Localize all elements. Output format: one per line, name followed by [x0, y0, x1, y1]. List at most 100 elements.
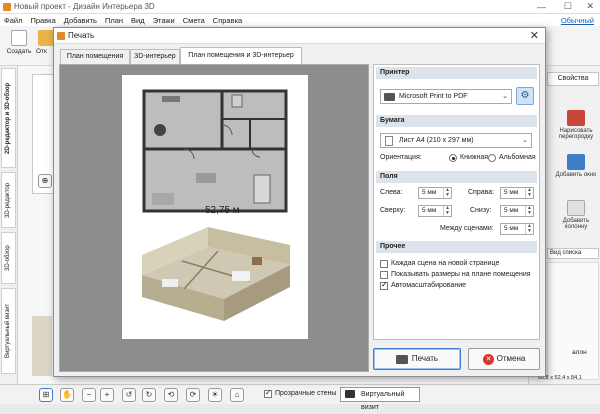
rotate-left-icon[interactable]: ↺ [122, 388, 136, 402]
virtual-visit-button[interactable]: Виртуальный визит [340, 387, 420, 411]
menu-view[interactable]: Вид [127, 14, 149, 25]
open-folder-icon [38, 30, 54, 46]
new-file-icon [11, 30, 27, 46]
margin-between-value: 5 мм [504, 225, 519, 232]
app-title-bar: Новый проект - Дизайн Интерьера 3D — ☐ ✕ [0, 0, 600, 14]
orientation-landscape-label: Альбомная [499, 154, 536, 161]
scene-fragment [32, 316, 52, 376]
print-dialog: Печать ✕ План помещения 3D-интерьер План… [53, 27, 546, 377]
menu-help[interactable]: Справка [209, 14, 246, 25]
margin-between-input[interactable]: 5 мм ▲ ▼ [500, 223, 534, 235]
show-dimensions-label: Показывать размеры на плане помещения [391, 271, 531, 278]
zoom-icon[interactable]: ⊕ [38, 174, 52, 188]
list-item-name: алон [572, 349, 587, 356]
create-label: Создать [6, 48, 32, 55]
select-tool-icon[interactable]: ⊞ [39, 388, 53, 402]
tab-properties[interactable]: Свойства [547, 72, 599, 86]
spin-arrows-icon[interactable]: ▲ ▼ [443, 206, 451, 216]
rotate-right-icon[interactable]: ↻ [142, 388, 156, 402]
hand-tool-icon[interactable]: ✋ [60, 388, 74, 402]
draw-partition-label: Нарисовать перегородку [558, 128, 594, 140]
area-label: 52,75 м [205, 205, 240, 216]
paper-value: Лист А4 (210 x 297 мм) [399, 137, 474, 144]
app-logo-icon [3, 3, 11, 11]
home-icon[interactable]: ⌂ [230, 388, 244, 402]
menu-floors[interactable]: Этажи [149, 14, 179, 25]
chevron-down-icon: ⌄ [522, 137, 528, 144]
zoom-out-icon[interactable]: − [82, 388, 96, 402]
transparent-walls-checkbox[interactable]: ✓ [264, 388, 272, 398]
orientation-portrait-radio[interactable] [449, 154, 457, 162]
interior-3d-graphic [142, 227, 290, 321]
close-icon[interactable]: ✕ [586, 1, 594, 12]
minimize-icon[interactable]: — [537, 2, 546, 12]
each-scene-new-page-checkbox[interactable] [380, 260, 388, 268]
printer-select[interactable]: Microsoft Print to PDF ⌄ [380, 89, 512, 104]
add-window-button[interactable]: Добавить окно [555, 154, 597, 178]
other-section-header: Прочее [376, 241, 537, 253]
paper-select[interactable]: Лист А4 (210 x 297 мм) ⌄ [380, 133, 532, 148]
view-sidebar: 2D-редактор и 3D-обзор 3D-редактор 3D-об… [0, 66, 18, 386]
each-scene-new-page-label: Каждая сцена на новой странице [391, 260, 500, 267]
margins-section-header: Поля [376, 171, 537, 183]
tab-2d-editor-3d-view[interactable]: 2D-редактор и 3D-обзор [1, 68, 16, 168]
dialog-close-icon[interactable]: ✕ [530, 29, 539, 42]
menu-bar: Файл Правка Добавить План Вид Этажи Смета Справ… [0, 14, 600, 26]
menu-edit[interactable]: Правка [26, 14, 59, 25]
spin-arrows-icon[interactable]: ▲ ▼ [525, 206, 533, 216]
paper-section-header: Бумага [376, 115, 537, 127]
login-link[interactable]: Обычный [561, 14, 594, 25]
auto-scale-checkbox[interactable] [380, 280, 388, 290]
margin-left-input[interactable]: 5 мм ▲ ▼ [418, 187, 452, 199]
margin-top-label: Сверху: [380, 207, 406, 214]
open-label: Отк [36, 48, 47, 55]
margin-left-label: Слева: [380, 189, 403, 196]
menu-estimate[interactable]: Смета [179, 14, 209, 25]
cancel-button[interactable]: ✕ Отмена [468, 348, 540, 370]
margin-bottom-value: 5 мм [504, 207, 519, 214]
paper-icon [385, 136, 393, 146]
add-window-label: Добавить окно [555, 172, 597, 178]
open-button[interactable]: Отк [36, 30, 54, 55]
app-title: Новый проект - Дизайн Интерьера 3D [14, 2, 155, 11]
printer-settings-gear-icon[interactable]: ⚙ [516, 87, 534, 105]
print-button[interactable]: Печать [373, 348, 461, 370]
menu-file[interactable]: Файл [0, 14, 26, 25]
show-dimensions-checkbox[interactable] [380, 271, 388, 279]
create-button[interactable]: Создать [4, 30, 34, 55]
margin-right-input[interactable]: 5 мм ▲ ▼ [500, 187, 534, 199]
tab-3d-editor[interactable]: 3D-редактор [1, 172, 16, 228]
camera-icon [345, 390, 355, 398]
tab-plan-and-3d[interactable]: План помещения и 3D-интерьер [180, 47, 302, 65]
virtual-visit-label: Виртуальный визит [361, 391, 405, 411]
tab-3d-interior[interactable]: 3D-интерьер [130, 49, 180, 64]
add-column-button[interactable]: Добавить колонну [555, 200, 597, 230]
printer-value: Microsoft Print to PDF [399, 93, 468, 100]
orbit-left-icon[interactable]: ⟲ [164, 388, 178, 402]
maximize-icon[interactable]: ☐ [564, 1, 572, 12]
draw-partition-button[interactable]: Нарисовать перегородку [555, 110, 597, 140]
tab-floor-plan[interactable]: План помещения [60, 49, 130, 64]
list-view-toggle[interactable]: Вид списка [547, 248, 599, 259]
tab-3d-view[interactable]: 3D-обзор [1, 232, 16, 284]
cancel-icon: ✕ [483, 354, 494, 365]
transparent-walls-label: Прозрачные стены [275, 390, 337, 397]
menu-plan[interactable]: План [101, 14, 127, 25]
dialog-title: Печать [68, 31, 95, 40]
tab-virtual-visit[interactable]: Виртуальный визит [1, 288, 16, 374]
orbit-right-icon[interactable]: ⟳ [186, 388, 200, 402]
print-preview: 52,75 м [59, 64, 369, 372]
orientation-landscape-radio[interactable] [488, 154, 496, 162]
margin-top-input[interactable]: 5 мм ▲ ▼ [418, 205, 452, 217]
spin-arrows-icon[interactable]: ▲ ▼ [525, 224, 533, 234]
light-icon[interactable]: ☀ [208, 388, 222, 402]
margin-bottom-input[interactable]: 5 мм ▲ ▼ [500, 205, 534, 217]
menu-add[interactable]: Добавить [60, 14, 101, 25]
spin-arrows-icon[interactable]: ▲ ▼ [443, 188, 451, 198]
dialog-title-bar: Печать ✕ [54, 28, 545, 44]
auto-scale-label: Автомасштабирование [391, 282, 467, 289]
column-icon [567, 200, 585, 216]
zoom-in-icon[interactable]: + [100, 388, 114, 402]
spin-arrows-icon[interactable]: ▲ ▼ [525, 188, 533, 198]
window-icon [567, 154, 585, 170]
